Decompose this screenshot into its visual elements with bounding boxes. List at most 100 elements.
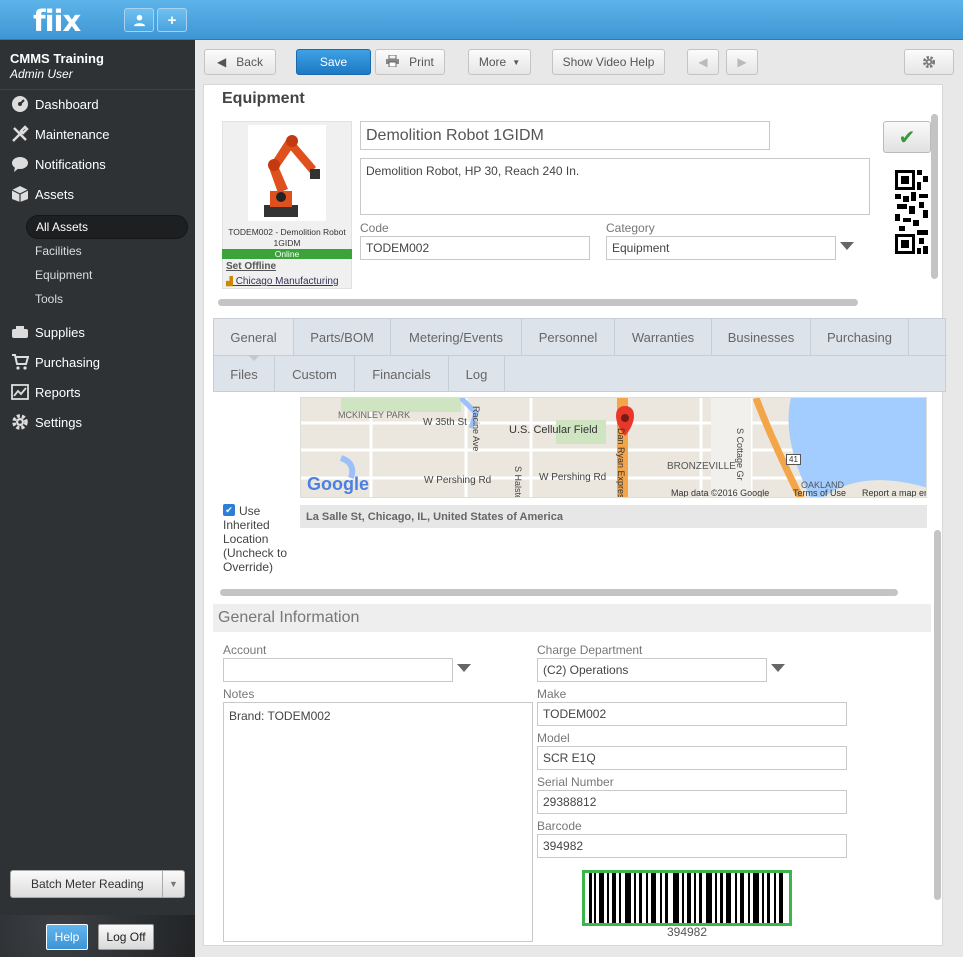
serial-number-label: Serial Number	[537, 775, 614, 789]
back-button[interactable]: ◀ Back	[204, 49, 276, 75]
arrow-left-icon: ◀	[217, 55, 227, 69]
address-text: La Salle St, Chicago, IL, United States …	[300, 505, 927, 528]
nav-purchasing[interactable]: Purchasing	[0, 347, 195, 377]
building-icon: ▟	[226, 276, 233, 286]
nav-label: Reports	[35, 384, 81, 400]
map-label: MCKINLEY PARK	[338, 410, 411, 420]
notes-label: Notes	[223, 687, 255, 701]
tools-icon	[10, 125, 30, 143]
asset-photo[interactable]	[248, 125, 326, 221]
user-icon	[133, 14, 145, 26]
location-map[interactable]: MCKINLEY PARK W 35th St U.S. Cellular Fi…	[300, 397, 927, 498]
nav-notifications[interactable]: Notifications	[0, 149, 195, 179]
report-error-link[interactable]: Report a map error	[862, 488, 926, 497]
nav-maintenance[interactable]: Maintenance	[0, 119, 195, 149]
nav-assets[interactable]: Assets	[0, 179, 195, 209]
make-input[interactable]: TODEM002	[537, 702, 847, 726]
help-button[interactable]: Help	[46, 924, 88, 950]
map-label: W 35th St	[423, 417, 467, 428]
tab-metering-events[interactable]: Metering/Events	[391, 319, 522, 355]
barcode-number: 394982	[666, 925, 708, 939]
map-label: Dan Ryan Express	[616, 428, 626, 498]
fiix-logo[interactable]: fiix	[33, 4, 81, 38]
chevron-down-icon[interactable]	[457, 664, 471, 672]
settings-button[interactable]	[904, 49, 954, 75]
code-input[interactable]: TODEM002	[360, 236, 590, 260]
log-off-button[interactable]: Log Off	[98, 924, 154, 950]
model-label: Model	[537, 731, 570, 745]
caret-down-icon: ▼	[512, 57, 521, 67]
tab-parts-bom[interactable]: Parts/BOM	[294, 319, 391, 355]
set-offline-link[interactable]: Set Offline	[226, 261, 276, 272]
print-label: Print	[409, 55, 434, 69]
tab-log[interactable]: Log	[449, 356, 505, 392]
record-tabs: General Parts/BOM Metering/Events Person…	[213, 318, 947, 392]
map-horizontal-scrollbar[interactable]	[220, 589, 898, 596]
category-label: Category	[606, 221, 655, 235]
chevron-down-icon[interactable]	[840, 242, 854, 250]
back-label: Back	[236, 55, 263, 69]
org-info: CMMS Training Admin User	[10, 51, 104, 81]
tab-custom[interactable]: Custom	[275, 356, 355, 392]
nav-dashboard[interactable]: Dashboard	[0, 89, 195, 119]
check-icon: ✔	[898, 126, 916, 149]
account-select[interactable]	[223, 658, 453, 682]
supplies-icon	[10, 323, 30, 341]
tab-financials[interactable]: Financials	[355, 356, 449, 392]
map-label: W Pershing Rd	[539, 472, 607, 483]
save-button[interactable]: Save	[296, 49, 371, 75]
charge-department-select[interactable]: (C2) Operations	[537, 658, 767, 682]
nav-label: Purchasing	[35, 354, 101, 370]
more-button[interactable]: More ▼	[468, 49, 531, 75]
dashboard-icon	[10, 95, 30, 113]
notes-textarea[interactable]: Brand: TODEM002	[223, 702, 533, 942]
nav-supplies[interactable]: Supplies	[0, 317, 195, 347]
top-horizontal-scrollbar[interactable]	[218, 299, 858, 306]
print-button[interactable]: Print	[375, 49, 445, 75]
photo-caption: TODEM002 - Demolition Robot 1GIDM	[228, 227, 346, 248]
status-badge: Online	[222, 249, 352, 259]
sidebar-item-all-assets[interactable]: All Assets	[26, 215, 188, 239]
sidebar-item-equipment[interactable]: Equipment	[26, 263, 188, 287]
tab-files[interactable]: Files	[214, 356, 275, 392]
tab-warranties[interactable]: Warranties	[615, 319, 712, 355]
user-profile-button[interactable]	[124, 8, 154, 32]
map-label: W Pershing Rd	[424, 475, 492, 486]
sidebar-item-tools[interactable]: Tools	[26, 287, 188, 311]
batch-meter-reading-button[interactable]: Batch Meter Reading ▼	[10, 870, 185, 898]
show-video-help-button[interactable]: Show Video Help	[552, 49, 665, 75]
tab-personnel[interactable]: Personnel	[522, 319, 615, 355]
main-vertical-scrollbar[interactable]	[934, 530, 941, 900]
tab-purchasing[interactable]: Purchasing	[811, 319, 909, 355]
nav-settings[interactable]: Settings	[0, 407, 195, 437]
chevron-down-icon[interactable]: ▼	[162, 871, 184, 897]
location-link[interactable]: ▟ Chicago Manufacturing	[226, 276, 350, 287]
google-logo: Google	[307, 474, 369, 494]
tab-businesses[interactable]: Businesses	[712, 319, 811, 355]
chart-icon	[10, 383, 30, 401]
chevron-down-icon[interactable]	[771, 664, 785, 672]
asset-name-input[interactable]: Demolition Robot 1GIDM	[360, 121, 770, 150]
barcode-input[interactable]: 394982	[537, 834, 847, 858]
location-link-label: Chicago Manufacturing	[235, 276, 339, 287]
gear-icon	[10, 413, 30, 431]
arrow-left-icon: ◀	[698, 55, 708, 69]
more-label: More	[478, 55, 507, 69]
nav-label: Dashboard	[35, 96, 99, 112]
prev-record-button[interactable]: ◀	[687, 49, 719, 75]
tab-general[interactable]: General	[214, 319, 294, 355]
sidebar-item-facilities[interactable]: Facilities	[26, 239, 188, 263]
add-button[interactable]: +	[157, 8, 187, 32]
description-textarea[interactable]: Demolition Robot, HP 30, Reach 240 In.	[360, 158, 870, 215]
map-label: Racine Ave	[471, 406, 481, 452]
map-label: S Halsted St	[513, 466, 523, 498]
checkmark-button[interactable]: ✔	[883, 121, 931, 153]
model-input[interactable]: SCR E1Q	[537, 746, 847, 770]
category-select[interactable]: Equipment	[606, 236, 836, 260]
next-record-button[interactable]: ▶	[726, 49, 758, 75]
charge-department-label: Charge Department	[537, 643, 643, 657]
batch-label: Batch Meter Reading	[31, 877, 144, 891]
serial-number-input[interactable]: 29388812	[537, 790, 847, 814]
barcode-label: Barcode	[537, 819, 582, 833]
nav-reports[interactable]: Reports	[0, 377, 195, 407]
